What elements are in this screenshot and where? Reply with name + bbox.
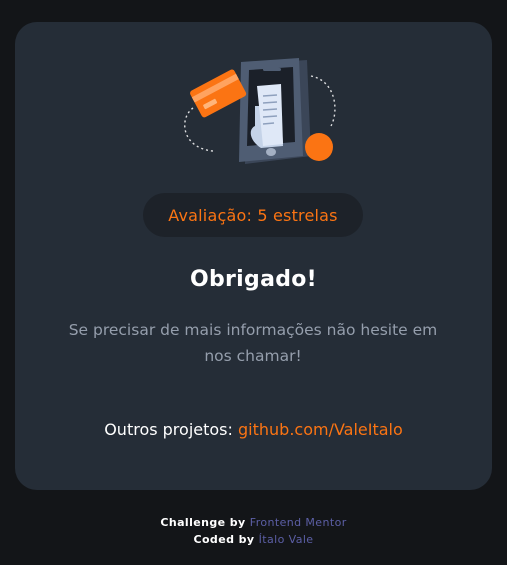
- rating-badge: Avaliação: 5 estrelas: [143, 193, 363, 237]
- github-link[interactable]: github.com/ValeItalo: [238, 420, 403, 439]
- thank-you-card: Avaliação: 5 estrelas Obrigado! Se preci…: [15, 22, 492, 490]
- other-projects-label: Outros projetos:: [104, 420, 233, 439]
- other-projects: Outros projetos: github.com/ValeItalo: [15, 420, 492, 439]
- author-link[interactable]: Ítalo Vale: [259, 533, 314, 546]
- coded-by-line: Coded by Ítalo Vale: [0, 531, 507, 548]
- payment-phone-illustration-icon: [184, 58, 336, 164]
- challenge-prefix: Challenge by: [160, 516, 246, 529]
- page-title: Obrigado!: [189, 267, 318, 292]
- attribution-footer: Challenge by Frontend Mentor Coded by Ít…: [0, 514, 507, 548]
- coded-prefix: Coded by: [193, 533, 255, 546]
- challenge-line: Challenge by Frontend Mentor: [0, 514, 507, 531]
- frontend-mentor-link[interactable]: Frontend Mentor: [250, 516, 347, 529]
- thank-you-message: Se precisar de mais informações não hesi…: [68, 321, 438, 365]
